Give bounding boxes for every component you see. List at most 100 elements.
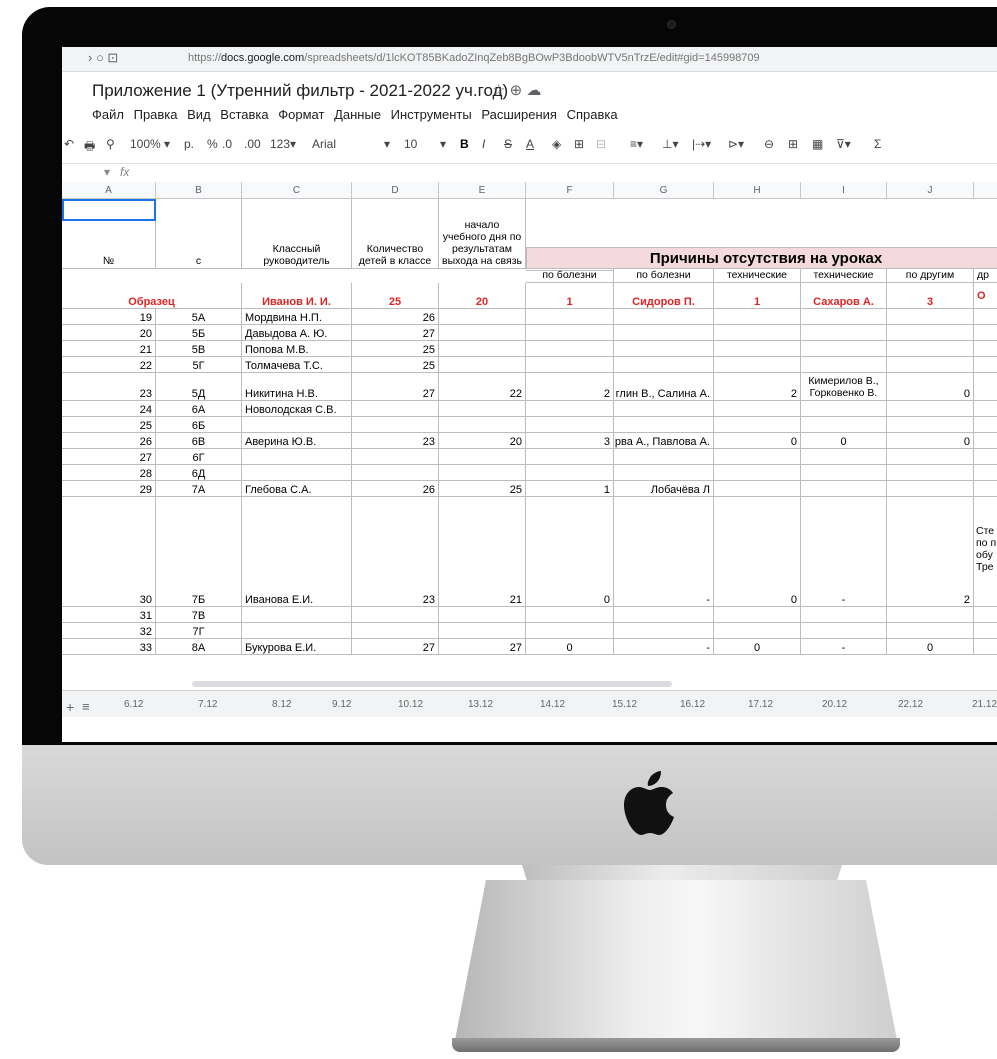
column-header-d[interactable]: D — [352, 182, 439, 199]
sheet-tab[interactable]: 15.12 — [612, 699, 637, 710]
table-cell[interactable]: 25 — [352, 357, 439, 373]
table-cell[interactable] — [714, 417, 801, 433]
sheet-tab[interactable]: 22.12 — [898, 699, 923, 710]
horizontal-scrollbar[interactable] — [192, 681, 672, 687]
table-cell[interactable] — [801, 401, 887, 417]
header-i-technical[interactable]: технические — [801, 269, 887, 283]
overflow-note-cell[interactable]: Сте по п обу Тре — [974, 525, 997, 625]
browser-nav-icons[interactable]: › ○ ⊡ — [88, 50, 118, 66]
table-cell[interactable]: 22 — [439, 373, 526, 401]
table-cell[interactable] — [352, 607, 439, 623]
table-cell[interactable] — [974, 639, 997, 655]
table-cell[interactable] — [526, 309, 614, 325]
formula-bar[interactable]: ▾ fx — [62, 163, 997, 183]
insert-comment-icon[interactable]: ⊞ — [788, 137, 798, 151]
table-cell[interactable]: 0 — [714, 433, 801, 449]
table-cell[interactable]: 26 — [62, 433, 156, 449]
table-cell[interactable] — [801, 357, 887, 373]
table-cell[interactable]: 23 — [352, 497, 439, 607]
table-cell[interactable]: 19 — [62, 309, 156, 325]
table-cell[interactable] — [801, 341, 887, 357]
table-cell[interactable]: 32 — [62, 623, 156, 639]
table-cell[interactable] — [974, 465, 997, 481]
italic-button[interactable]: I — [482, 137, 485, 151]
menu-data[interactable]: Данные — [334, 107, 381, 122]
fill-color-icon[interactable]: ◈ — [552, 137, 561, 151]
table-cell[interactable] — [614, 401, 714, 417]
decrease-decimal-button[interactable]: .0 — [222, 137, 232, 151]
table-cell[interactable]: 25 — [439, 481, 526, 497]
header-g-illness[interactable]: по болезни — [614, 269, 714, 283]
table-cell[interactable]: 6Г — [156, 449, 242, 465]
sheet-tab[interactable]: 7.12 — [198, 699, 217, 710]
table-cell[interactable] — [801, 481, 887, 497]
horizontal-align-icon[interactable]: ≡▾ — [630, 137, 643, 151]
table-cell[interactable] — [439, 623, 526, 639]
column-header-e[interactable]: E — [439, 182, 526, 199]
header-number[interactable]: № — [62, 221, 156, 269]
table-cell[interactable] — [439, 465, 526, 481]
table-cell[interactable] — [887, 341, 974, 357]
table-cell[interactable] — [974, 417, 997, 433]
table-cell[interactable] — [974, 401, 997, 417]
table-cell[interactable] — [439, 357, 526, 373]
table-cell[interactable]: Попова М.В. — [242, 341, 352, 357]
table-cell[interactable] — [974, 433, 997, 449]
bold-button[interactable]: B — [460, 137, 469, 151]
table-cell[interactable] — [439, 341, 526, 357]
cell-b1[interactable] — [156, 199, 242, 221]
table-cell[interactable] — [714, 465, 801, 481]
table-cell[interactable]: 6В — [156, 433, 242, 449]
table-cell[interactable] — [887, 607, 974, 623]
table-cell[interactable] — [714, 449, 801, 465]
table-cell[interactable]: 29 — [62, 481, 156, 497]
paint-format-icon[interactable]: ⚲ — [106, 137, 115, 151]
table-cell[interactable] — [974, 341, 997, 357]
table-cell[interactable]: 0 — [887, 639, 974, 655]
column-header-f[interactable]: F — [526, 182, 614, 199]
sample-i[interactable]: Сахаров А. — [801, 283, 887, 309]
table-cell[interactable]: Кимерилов В., Горковенко В. — [801, 373, 887, 401]
insert-chart-icon[interactable]: ▦ — [812, 137, 823, 151]
header-j-other[interactable]: по другим — [887, 269, 974, 283]
table-cell[interactable]: 2 — [526, 373, 614, 401]
sample-label[interactable]: Образец — [62, 283, 242, 309]
table-cell[interactable] — [614, 357, 714, 373]
table-cell[interactable] — [714, 401, 801, 417]
table-cell[interactable]: - — [614, 639, 714, 655]
table-cell[interactable]: Иванова Е.И. — [242, 497, 352, 607]
number-format-select[interactable]: 123▾ — [270, 137, 296, 151]
table-cell[interactable] — [526, 623, 614, 639]
sheet-tab[interactable]: 6.12 — [124, 699, 143, 710]
merge-cells-icon[interactable]: ⊟ — [596, 137, 606, 151]
title-action-icons[interactable]: ☆ ⊕ ☁ — [492, 81, 541, 99]
table-cell[interactable]: 1 — [526, 481, 614, 497]
table-cell[interactable]: 0 — [714, 639, 801, 655]
cell-f1[interactable] — [526, 199, 997, 247]
table-cell[interactable]: 23 — [62, 373, 156, 401]
table-cell[interactable]: Новолодская С.В. — [242, 401, 352, 417]
table-cell[interactable] — [714, 481, 801, 497]
table-cell[interactable] — [714, 607, 801, 623]
menu-extensions[interactable]: Расширения — [481, 107, 557, 122]
table-cell[interactable] — [439, 309, 526, 325]
url-text[interactable]: https://docs.google.com/spreadsheets/d/1… — [188, 52, 760, 64]
table-cell[interactable] — [614, 325, 714, 341]
sheet-tab[interactable]: 16.12 — [680, 699, 705, 710]
table-cell[interactable]: - — [614, 497, 714, 607]
table-cell[interactable] — [887, 481, 974, 497]
header-f-illness[interactable]: по болезни — [526, 269, 614, 283]
borders-icon[interactable]: ⊞ — [574, 137, 584, 151]
absence-reasons-header[interactable]: Причины отсутствия на уроках — [526, 247, 997, 269]
table-cell[interactable]: - — [801, 639, 887, 655]
table-cell[interactable] — [801, 449, 887, 465]
table-cell[interactable] — [352, 401, 439, 417]
table-cell[interactable] — [614, 417, 714, 433]
cell-d1[interactable] — [352, 199, 439, 221]
table-cell[interactable]: 26 — [352, 481, 439, 497]
table-cell[interactable]: Толмачева Т.С. — [242, 357, 352, 373]
column-header-a[interactable]: A — [62, 182, 156, 199]
text-wrap-icon[interactable]: |⇢▾ — [692, 137, 711, 151]
table-cell[interactable]: 25 — [352, 341, 439, 357]
table-cell[interactable] — [714, 357, 801, 373]
